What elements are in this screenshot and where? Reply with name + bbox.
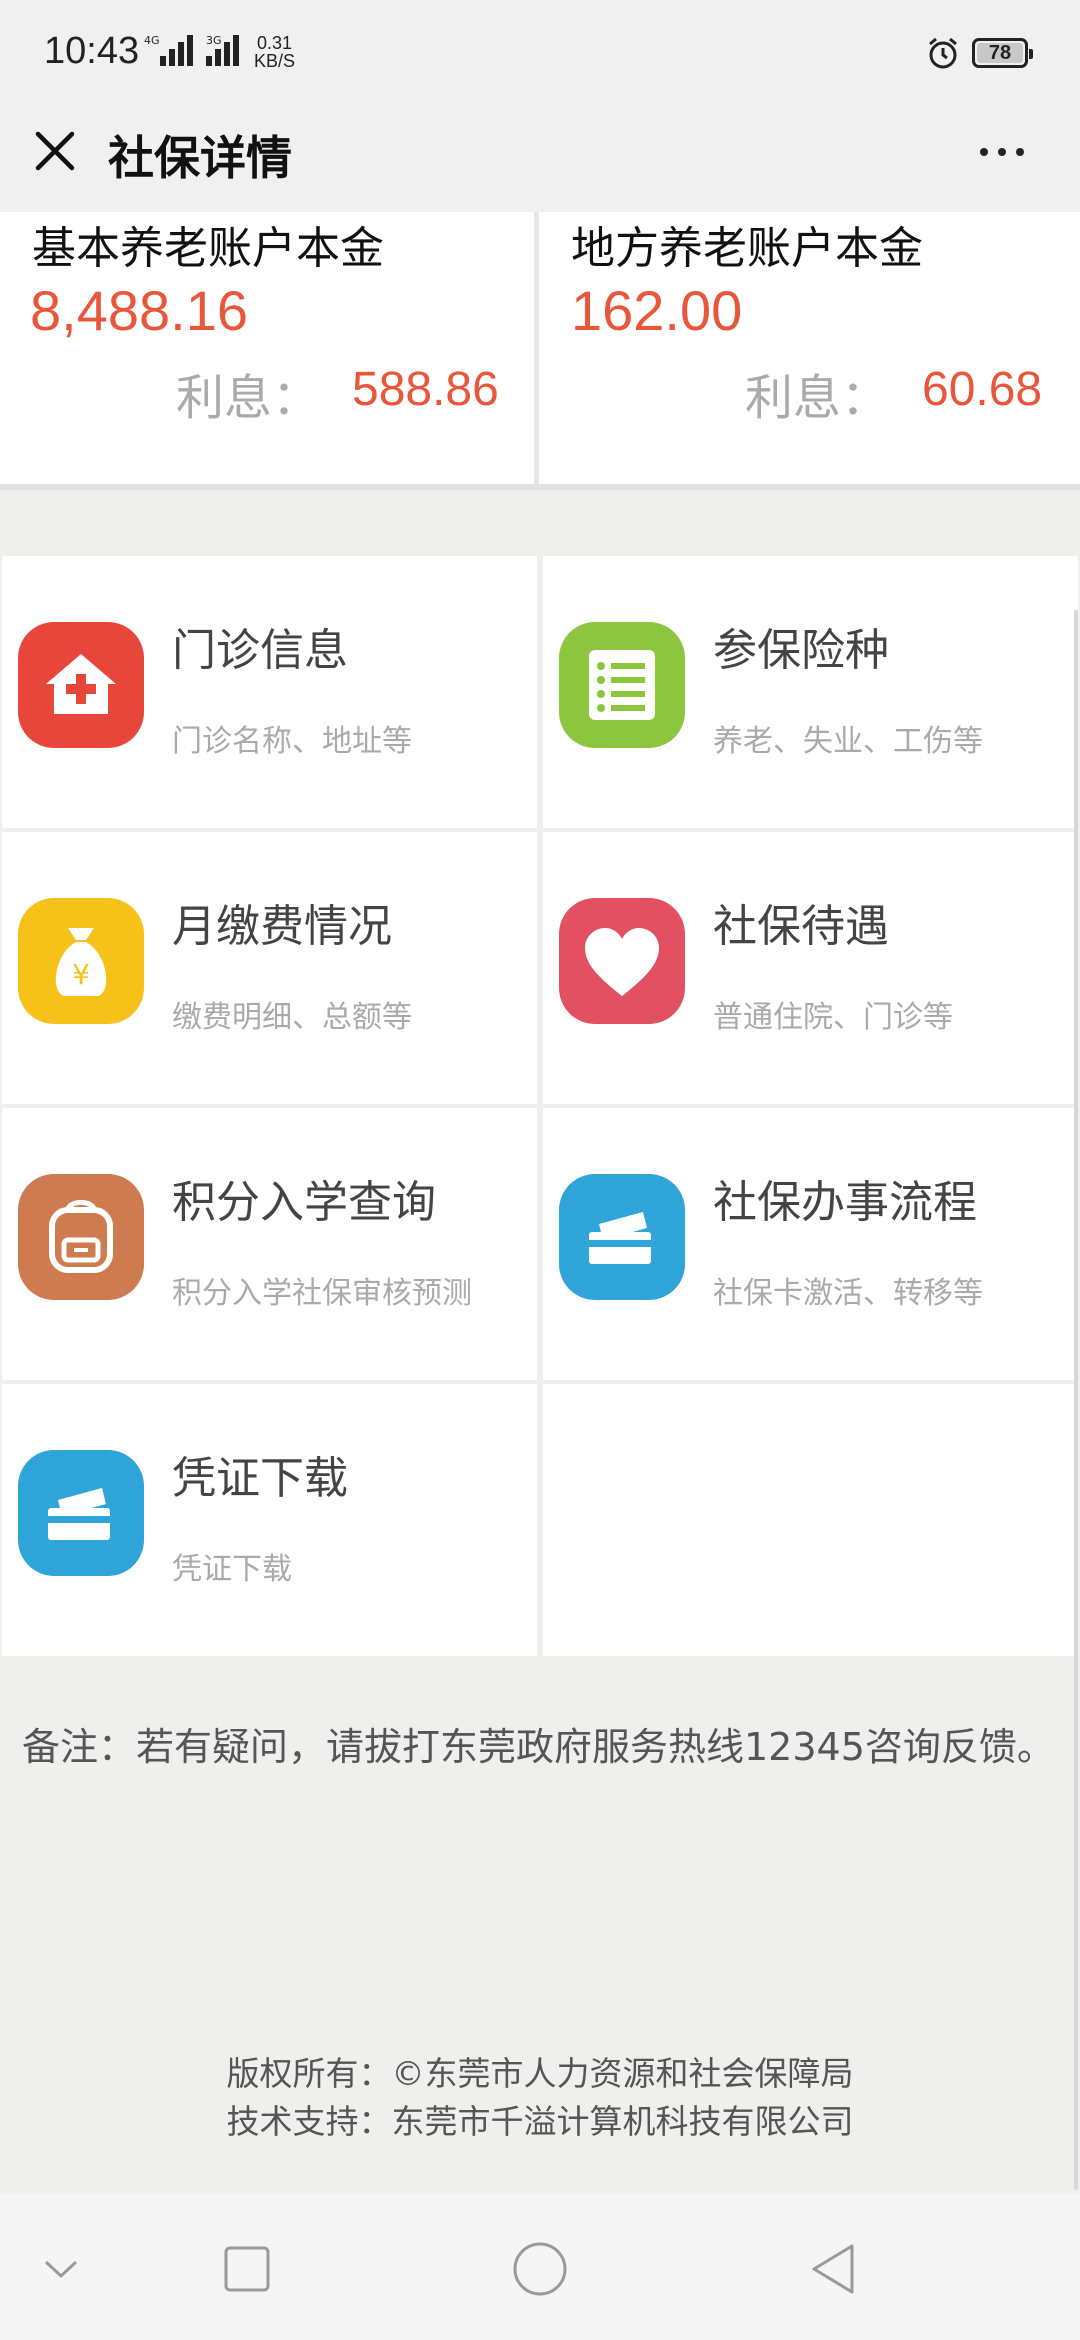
basic-pension-account: 基本养老账户本金 8,488.16 利息： 588.86 bbox=[0, 212, 534, 484]
network-speed: 0.31 KB/S bbox=[254, 34, 295, 70]
menu-item-monthly-payment[interactable]: ¥ 月缴费情况 缴费明细、总额等 bbox=[2, 832, 537, 1104]
menu-item-school-points[interactable]: 积分入学查询 积分入学社保审核预测 bbox=[2, 1108, 537, 1380]
account-title: 地方养老账户本金 bbox=[571, 223, 923, 274]
alarm-icon bbox=[929, 37, 957, 69]
menu-item-subtitle: 积分入学社保审核预测 bbox=[172, 1276, 472, 1311]
menu-item-title: 积分入学查询 bbox=[172, 1177, 436, 1228]
network-speed-value: 0.31 bbox=[256, 33, 293, 53]
close-icon[interactable] bbox=[30, 126, 80, 176]
account-amount: 162.00 bbox=[571, 279, 743, 342]
clinic-icon bbox=[18, 622, 144, 748]
account-summary: 基本养老账户本金 8,488.16 利息： 588.86 地方养老账户本金 16… bbox=[0, 212, 1080, 490]
empty-tile bbox=[543, 1384, 1078, 1656]
svg-text:¥: ¥ bbox=[72, 958, 90, 991]
support-text: 技术支持：东莞市千溢计算机科技有限公司 bbox=[226, 2102, 854, 2141]
menu-item-title: 门诊信息 bbox=[172, 625, 348, 676]
menu-item-subtitle: 社保卡激活、转移等 bbox=[713, 1276, 983, 1311]
menu-item-title: 参保险种 bbox=[713, 625, 889, 676]
menu-item-title: 凭证下载 bbox=[172, 1453, 348, 1504]
note-text: 备注：若有疑问，请拔打东莞政府服务热线12345咨询反馈。 bbox=[22, 1725, 1055, 1769]
battery-icon: 78 bbox=[972, 38, 1033, 68]
local-pension-account: 地方养老账户本金 162.00 利息： 60.68 bbox=[539, 212, 1080, 484]
footer: 版权所有：©东莞市人力资源和社会保障局 技术支持：东莞市千溢计算机科技有限公司 bbox=[0, 2050, 1080, 2146]
back-icon[interactable] bbox=[798, 2234, 868, 2304]
backpack-icon bbox=[18, 1174, 144, 1300]
signal-icon bbox=[160, 34, 196, 66]
system-nav-bar bbox=[0, 2194, 1080, 2340]
account-amount: 8,488.16 bbox=[30, 279, 248, 342]
interest-value: 60.68 bbox=[922, 363, 1043, 416]
menu-item-title: 社保待遇 bbox=[713, 901, 889, 952]
scrollbar[interactable] bbox=[1074, 610, 1078, 2190]
heart-icon bbox=[559, 898, 685, 1024]
title-bar: 社保详情 bbox=[0, 108, 1080, 212]
divider bbox=[0, 484, 1080, 490]
interest-label: 利息： bbox=[176, 370, 321, 426]
status-time: 10:43 bbox=[44, 30, 140, 72]
menu-item-subtitle: 凭证下载 bbox=[172, 1552, 292, 1587]
menu-item-subtitle: 门诊名称、地址等 bbox=[172, 724, 412, 759]
copyright-text: 版权所有：©东莞市人力资源和社会保障局 bbox=[226, 2054, 854, 2093]
interest-value: 588.86 bbox=[352, 363, 499, 416]
status-bar: 10:43 4G 3G 0.31 KB/S 78 bbox=[0, 0, 1080, 108]
account-title: 基本养老账户本金 bbox=[32, 223, 384, 274]
recent-apps-icon[interactable] bbox=[212, 2234, 282, 2304]
signal-icon bbox=[206, 34, 242, 66]
network-speed-unit: KB/S bbox=[254, 51, 296, 71]
home-icon[interactable] bbox=[505, 2234, 575, 2304]
page-title: 社保详情 bbox=[108, 131, 292, 185]
card-icon bbox=[559, 1174, 685, 1300]
menu-item-certificate-download[interactable]: 凭证下载 凭证下载 bbox=[2, 1384, 537, 1656]
chevron-down-icon[interactable] bbox=[26, 2234, 96, 2304]
menu-item-benefits[interactable]: 社保待遇 普通住院、门诊等 bbox=[543, 832, 1078, 1104]
menu-item-insurance-types[interactable]: 参保险种 养老、失业、工伤等 bbox=[543, 556, 1078, 828]
menu-item-clinic-info[interactable]: 门诊信息 门诊名称、地址等 bbox=[2, 556, 537, 828]
menu-item-subtitle: 普通住院、门诊等 bbox=[713, 1000, 953, 1035]
battery-level: 78 bbox=[988, 42, 1012, 64]
more-icon[interactable] bbox=[974, 134, 1030, 174]
money-bag-icon: ¥ bbox=[18, 898, 144, 1024]
card-icon bbox=[18, 1450, 144, 1576]
signal-label-4g: 4G bbox=[144, 34, 160, 47]
menu-item-subtitle: 缴费明细、总额等 bbox=[172, 1000, 412, 1035]
menu-item-procedures[interactable]: 社保办事流程 社保卡激活、转移等 bbox=[543, 1108, 1078, 1380]
menu-item-title: 月缴费情况 bbox=[172, 901, 392, 952]
list-icon bbox=[559, 622, 685, 748]
menu-item-subtitle: 养老、失业、工伤等 bbox=[713, 724, 983, 759]
interest-label: 利息： bbox=[745, 370, 890, 426]
menu-item-title: 社保办事流程 bbox=[713, 1177, 977, 1228]
